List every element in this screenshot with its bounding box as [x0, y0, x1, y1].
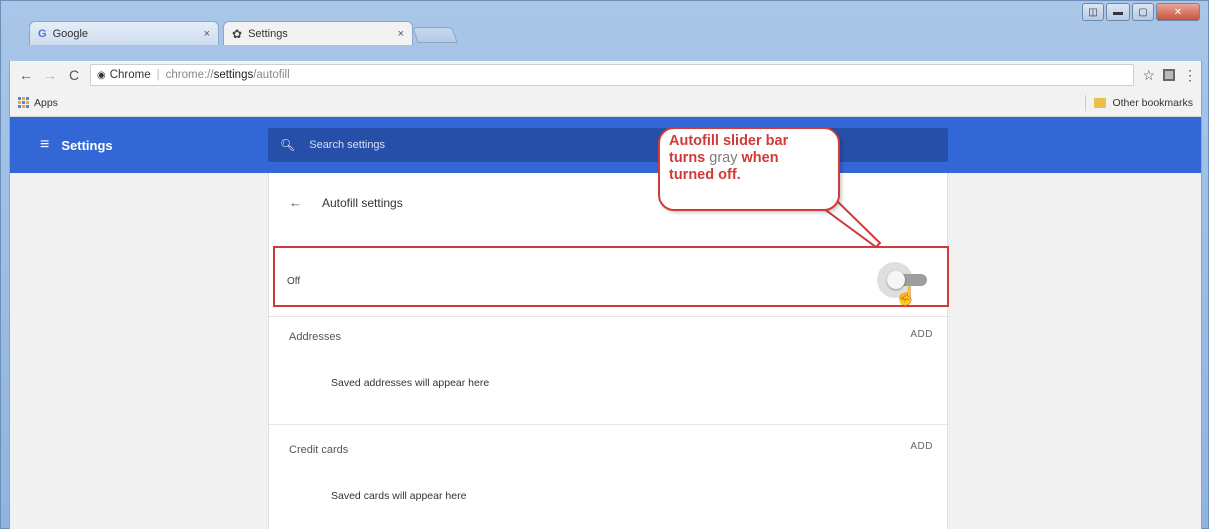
callout-line-3: turned off.	[669, 167, 741, 183]
callout-pointer	[808, 199, 882, 249]
callout-line-1: Autofill slider bar	[669, 133, 789, 149]
callout-line-2: turns gray when	[669, 150, 779, 166]
annotation-callout: Autofill slider bar turns gray when turn…	[658, 127, 840, 211]
